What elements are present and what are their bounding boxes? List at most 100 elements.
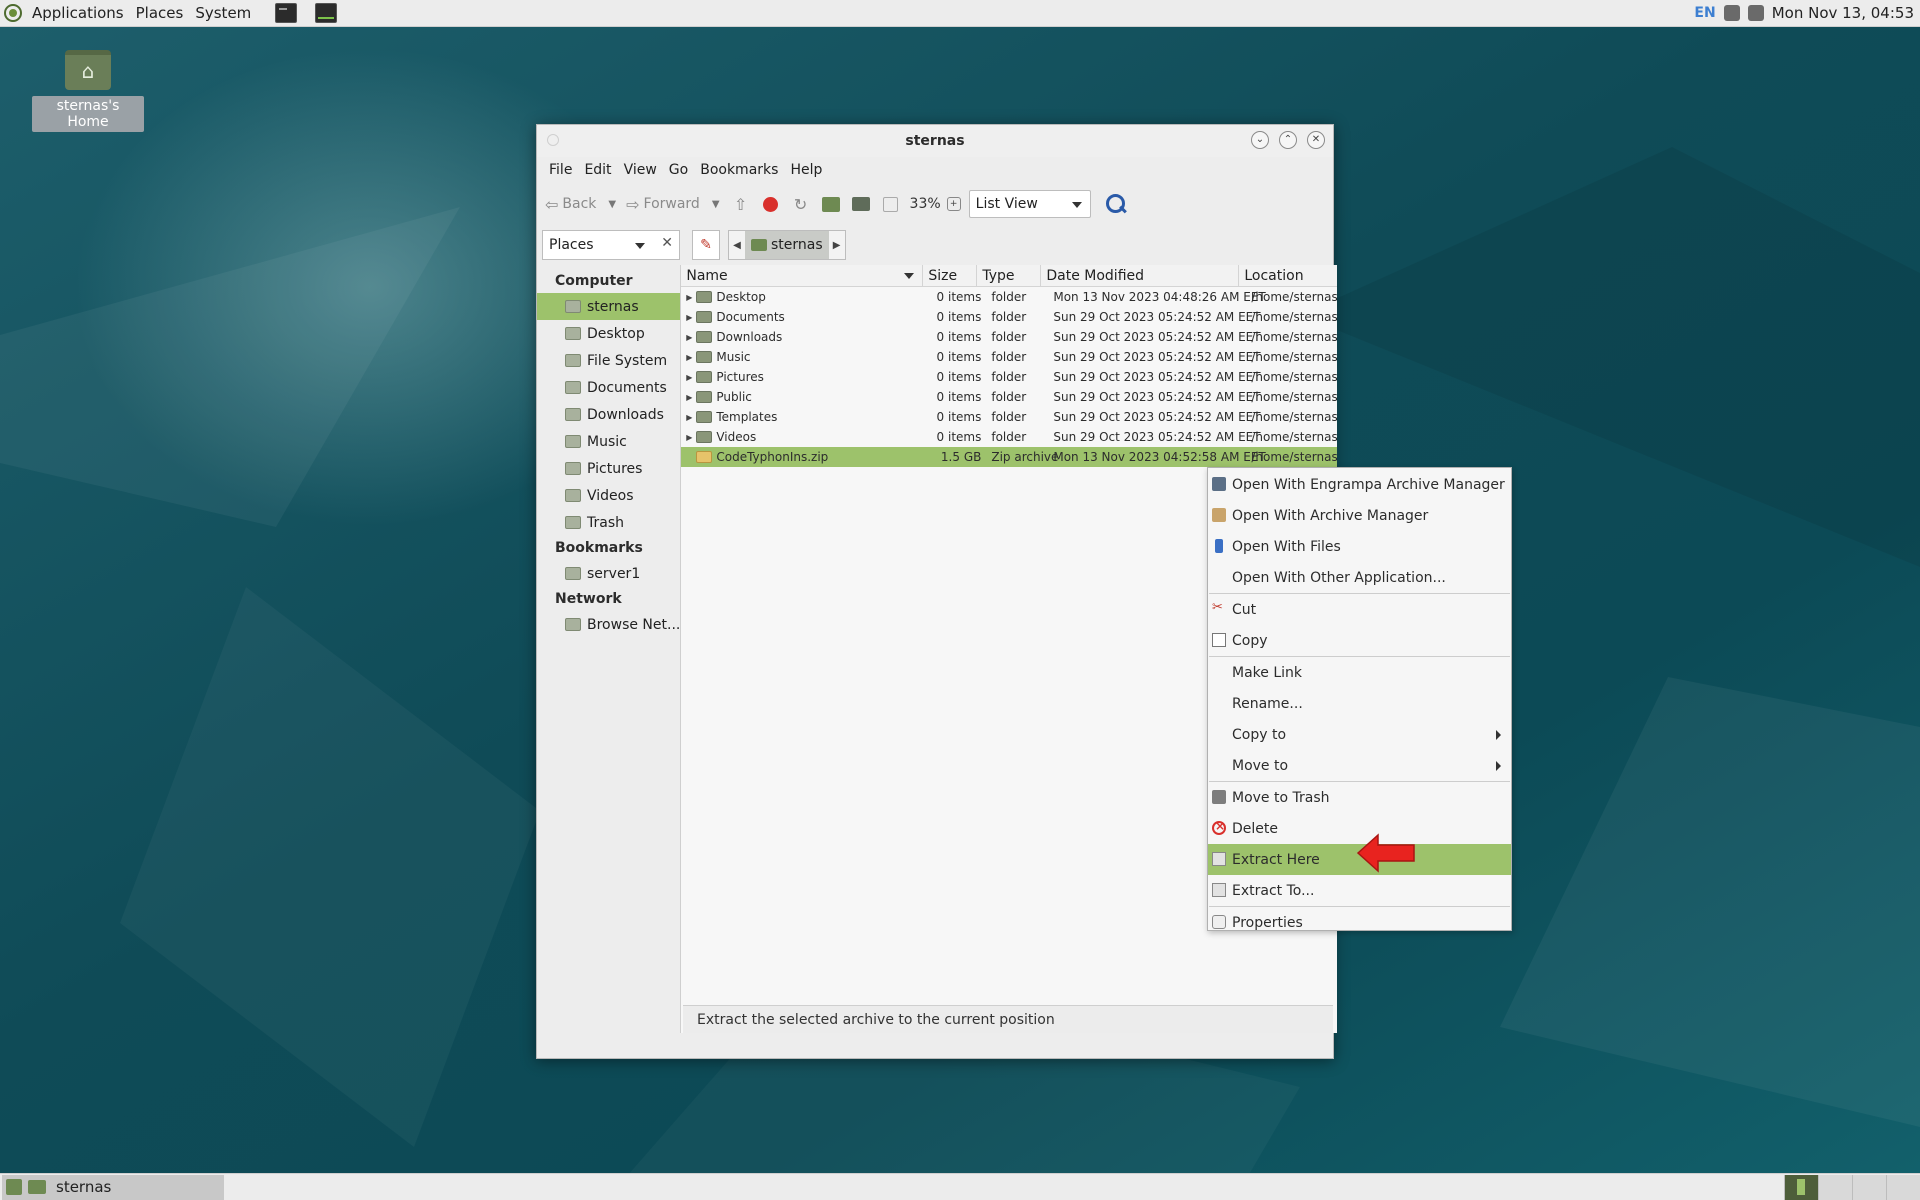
search-icon[interactable] — [1105, 193, 1127, 215]
sidebar-item-server1[interactable]: server1 — [537, 560, 680, 587]
menu-item-rename[interactable]: Rename... — [1208, 688, 1511, 719]
menu-item-extract-to[interactable]: Extract To... — [1208, 875, 1511, 906]
file-location: /home/sternas — [1251, 350, 1338, 364]
menu-item-move-to-trash[interactable]: Move to Trash — [1208, 782, 1511, 813]
expand-arrow-icon[interactable]: ▶ — [684, 393, 694, 402]
menu-item-copy[interactable]: Copy — [1208, 625, 1511, 656]
sidebar-item-trash[interactable]: Trash — [537, 509, 680, 536]
menu-go[interactable]: Go — [663, 162, 694, 178]
minimize-button[interactable]: ⌄ — [1251, 131, 1269, 149]
menu-item-cut[interactable]: ✂ Cut — [1208, 594, 1511, 625]
close-sidebar-icon[interactable]: ✕ — [661, 235, 673, 251]
expand-arrow-icon[interactable]: ▶ — [684, 433, 694, 442]
network-icon[interactable] — [1747, 5, 1764, 21]
terminal-launcher-icon[interactable] — [275, 3, 298, 23]
sidebar-item-desktop[interactable]: Desktop — [537, 320, 680, 347]
path-left-arrow-icon[interactable]: ◀ — [729, 240, 745, 251]
table-row[interactable]: ▶ Public 0 items folder Sun 29 Oct 2023 … — [681, 387, 1337, 407]
table-row[interactable]: ▶ Templates 0 items folder Sun 29 Oct 20… — [681, 407, 1337, 427]
table-row-selected[interactable]: CodeTyphonIns.zip 1.5 GB Zip archive Mon… — [681, 447, 1338, 467]
sidebar-item-file-system[interactable]: File System — [537, 347, 680, 374]
table-row[interactable]: ▶ Music 0 items folder Sun 29 Oct 2023 0… — [681, 347, 1337, 367]
table-row[interactable]: ▶ Pictures 0 items folder Sun 29 Oct 202… — [681, 367, 1337, 387]
zoom-out-icon[interactable] — [880, 193, 902, 215]
file-date: Sun 29 Oct 2023 05:24:52 AM EET — [1053, 390, 1261, 404]
places-menu[interactable]: Places — [130, 0, 190, 27]
expand-arrow-icon[interactable]: ▶ — [684, 333, 694, 342]
menu-help[interactable]: Help — [784, 162, 828, 178]
workspace-2[interactable] — [1818, 1174, 1852, 1200]
volume-icon[interactable] — [1723, 5, 1740, 21]
forward-history-dropdown-icon[interactable]: ▼ — [712, 199, 720, 210]
sidebar-item-sternas[interactable]: sternas — [537, 293, 681, 320]
sidebar-item-downloads[interactable]: Downloads — [537, 401, 680, 428]
menu-bookmarks[interactable]: Bookmarks — [694, 162, 784, 178]
breadcrumb-label: sternas — [771, 237, 823, 253]
table-row[interactable]: ▶ Downloads 0 items folder Sun 29 Oct 20… — [681, 327, 1337, 347]
system-menu[interactable]: System — [189, 0, 257, 27]
sidebar-item-music[interactable]: Music — [537, 428, 680, 455]
toggle-location-entry-button[interactable]: ✎ — [692, 230, 720, 260]
taskbar-button-sternas[interactable]: sternas — [2, 1174, 224, 1200]
maximize-button[interactable]: ⌃ — [1279, 131, 1297, 149]
menu-item-properties[interactable]: Properties — [1208, 907, 1511, 938]
menu-item-move-to[interactable]: Move to — [1208, 750, 1511, 781]
up-arrow-icon[interactable]: ⇧ — [730, 193, 752, 215]
menu-item-open-with-files[interactable]: Open With Files — [1208, 531, 1511, 562]
column-header-date-modified[interactable]: Date Modified — [1041, 265, 1240, 286]
expand-arrow-icon[interactable]: ▶ — [684, 293, 694, 302]
system-monitor-launcher-icon[interactable] — [315, 3, 338, 23]
back-history-dropdown-icon[interactable]: ▼ — [608, 199, 616, 210]
menu-item-open-with-engrampa[interactable]: Open With Engrampa Archive Manager — [1208, 469, 1511, 500]
table-row[interactable]: ▶ Documents 0 items folder Sun 29 Oct 20… — [681, 307, 1337, 327]
menu-item-open-with-archive-manager[interactable]: Open With Archive Manager — [1208, 500, 1511, 531]
menu-view[interactable]: View — [618, 162, 663, 178]
sidebar-item-pictures[interactable]: Pictures — [537, 455, 680, 482]
file-size: 0 items — [936, 370, 982, 384]
sidebar-item-documents[interactable]: Documents — [537, 374, 680, 401]
breadcrumb-home[interactable]: sternas — [745, 231, 829, 259]
window-menu-icon[interactable] — [547, 134, 559, 146]
path-right-arrow-icon[interactable]: ▶ — [829, 240, 845, 251]
column-header-location[interactable]: Location — [1239, 265, 1329, 286]
home-icon[interactable] — [820, 193, 842, 215]
table-row[interactable]: ▶ Desktop 0 items folder Mon 13 Nov 2023… — [681, 287, 1337, 307]
zoom-level[interactable]: 33% — [910, 196, 941, 212]
column-header-name[interactable]: Name — [681, 265, 924, 286]
keyboard-layout-indicator[interactable]: EN — [1694, 5, 1715, 21]
back-button[interactable]: ⇦ Back ▼ — [545, 195, 616, 214]
clock[interactable]: Mon Nov 13, 04:53 — [1772, 4, 1914, 22]
column-header-type[interactable]: Type — [977, 265, 1042, 286]
expand-arrow-icon[interactable]: ▶ — [684, 413, 694, 422]
sidebar-item-videos[interactable]: Videos — [537, 482, 680, 509]
window-titlebar[interactable]: sternas ⌄ ⌃ ✕ — [537, 125, 1333, 157]
expand-arrow-icon[interactable]: ▶ — [684, 373, 694, 382]
workspace-3[interactable] — [1852, 1174, 1886, 1200]
home-desktop-icon[interactable]: sternas's Home — [32, 50, 144, 132]
menu-edit[interactable]: Edit — [578, 162, 617, 178]
workspace-4[interactable] — [1886, 1174, 1920, 1200]
menu-item-open-with-other[interactable]: Open With Other Application... — [1208, 562, 1511, 593]
menu-file[interactable]: File — [543, 162, 578, 178]
wallpaper-shard — [0, 207, 460, 527]
window-title: sternas — [905, 133, 965, 149]
folder-icon — [696, 331, 713, 343]
table-row[interactable]: ▶ Videos 0 items folder Sun 29 Oct 2023 … — [681, 427, 1337, 447]
forward-button[interactable]: ⇨ Forward ▼ — [626, 195, 719, 214]
reload-icon[interactable]: ↻ — [790, 193, 812, 215]
expand-arrow-icon[interactable]: ▶ — [684, 353, 694, 362]
zoom-in-icon[interactable]: + — [946, 197, 961, 211]
view-mode-select[interactable]: List View — [968, 190, 1091, 218]
sidebar-item-browse-network[interactable]: Browse Net... — [537, 611, 680, 638]
close-button[interactable]: ✕ — [1307, 131, 1325, 149]
computer-icon[interactable] — [850, 193, 872, 215]
menu-item-copy-to[interactable]: Copy to — [1208, 719, 1511, 750]
menu-item-make-link[interactable]: Make Link — [1208, 657, 1511, 688]
sidebar-mode-select[interactable]: Places ✕ — [542, 230, 680, 260]
stop-icon[interactable] — [760, 193, 782, 215]
expand-arrow-icon[interactable]: ▶ — [684, 313, 694, 322]
workspace-1[interactable] — [1784, 1174, 1818, 1200]
column-header-size[interactable]: Size — [923, 265, 978, 286]
show-desktop-icon[interactable] — [6, 1179, 22, 1195]
applications-menu[interactable]: Applications — [26, 0, 130, 27]
